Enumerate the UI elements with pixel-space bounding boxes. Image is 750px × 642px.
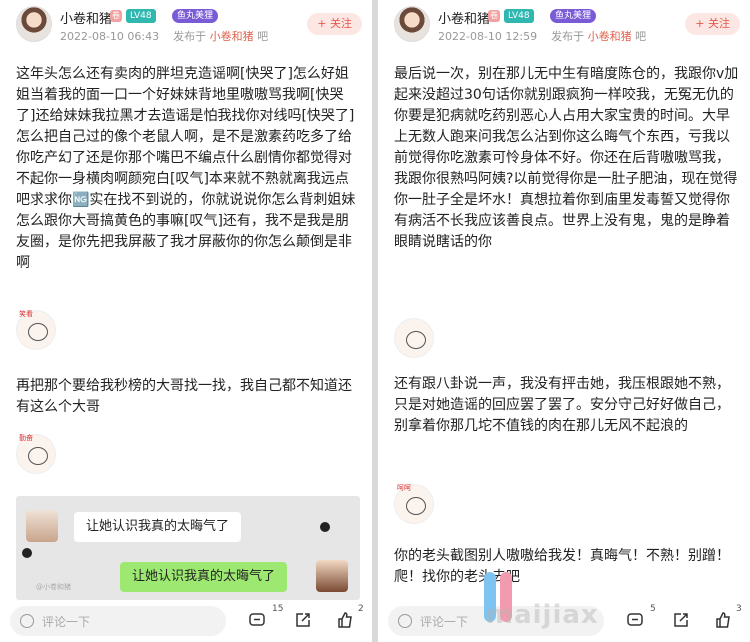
posted-in-suffix: 吧	[635, 30, 647, 43]
chat-dot-icon	[22, 548, 32, 558]
posted-in-suffix: 吧	[257, 30, 269, 43]
username[interactable]: 小卷和猪	[438, 8, 490, 27]
post-meta: 2022-08-10 06:43 发布于 小卷和猪 吧	[60, 28, 268, 44]
post-time: 2022-08-10 12:59	[438, 30, 538, 43]
avatar[interactable]	[394, 6, 430, 42]
chat-bubble-sent: 让她认识我真的太晦气了	[120, 562, 288, 592]
comment-icon[interactable]	[248, 611, 266, 629]
sticker-tag: 勤奋	[19, 434, 33, 442]
chat-bubble-received: 让她认识我真的太晦气了	[74, 512, 242, 542]
post-panel-left: 小卷和猪 卷 LV48 鱼丸美狸 + 关注 2022-08-10 06:43 发…	[0, 0, 372, 642]
avatar[interactable]	[16, 6, 52, 42]
like-icon[interactable]	[336, 611, 354, 629]
comment-count: 5	[650, 604, 656, 614]
smile-icon	[398, 614, 412, 628]
title-badge: 鱼丸美狸	[172, 9, 219, 23]
chat-avatar	[26, 510, 58, 542]
follow-button[interactable]: + 关注	[685, 13, 740, 35]
sticker-face-icon	[28, 323, 48, 341]
sticker-face-icon	[406, 331, 426, 349]
level-badge: LV48	[126, 9, 156, 23]
sticker-image: 笑看	[16, 310, 56, 350]
sticker-face-icon	[406, 497, 426, 515]
badge-icon: 卷	[110, 10, 122, 22]
watermark-text: maijiax	[486, 600, 599, 630]
comment-placeholder: 评论一下	[42, 615, 91, 629]
comment-icon[interactable]	[626, 611, 644, 629]
post-header: 小卷和猪 卷 LV48 鱼丸美狸 + 关注 2022-08-10 06:43 发…	[0, 0, 372, 48]
sticker-image: 呵呵	[394, 484, 434, 524]
chat-dot-icon	[320, 522, 330, 532]
badge-icon: 卷	[488, 10, 500, 22]
share-icon[interactable]	[294, 611, 312, 629]
title-badge: 鱼丸美狸	[550, 9, 597, 23]
share-icon[interactable]	[672, 611, 690, 629]
post-paragraph-1: 这年头怎么还有卖肉的胖坦克造谣啊[快哭了]怎么好姐姐当着我的面一口一个好妹妹背地…	[16, 66, 356, 271]
like-count: 2	[358, 604, 364, 614]
sticker-tag: 呵呵	[397, 484, 411, 492]
follow-button[interactable]: + 关注	[307, 13, 362, 35]
post-paragraph-2: 再把那个要给我秒榜的大哥找一找，我自己都不知道还有这么个大哥	[16, 378, 352, 415]
forum-link[interactable]: 小卷和猪	[588, 30, 632, 43]
posted-in-prefix: 发布于	[551, 30, 585, 43]
post-paragraph-3: 你的老头截图别人嗷嗷给我发！真晦气！不熟！别蹭！爬！找你的老头去吧	[394, 548, 730, 585]
post-paragraph-2: 还有跟八卦说一声，我没有抨击她，我压根跟她不熟，只是对她造谣的回应罢了罢了。安分…	[394, 376, 730, 434]
sticker-face-icon	[28, 447, 48, 465]
post-meta: 2022-08-10 12:59 发布于 小卷和猪 吧	[438, 28, 646, 44]
sticker-image	[394, 318, 434, 358]
smile-icon	[20, 614, 34, 628]
bottom-action-bar: 评论一下 15 2	[0, 600, 372, 642]
comment-input[interactable]: 评论一下	[10, 606, 226, 636]
username[interactable]: 小卷和猪	[60, 8, 112, 27]
post-paragraph-1: 最后说一次，别在那儿无中生有暗度陈仓的，我跟你v加起来没超过30句话你就别跟疯狗…	[394, 66, 739, 250]
post-panel-right: 小卷和猪 卷 LV48 鱼丸美狸 + 关注 2022-08-10 12:59 发…	[378, 0, 750, 642]
post-header: 小卷和猪 卷 LV48 鱼丸美狸 + 关注 2022-08-10 12:59 发…	[378, 0, 750, 48]
like-icon[interactable]	[714, 611, 732, 629]
comment-placeholder: 评论一下	[420, 615, 469, 629]
forum-link[interactable]: 小卷和猪	[210, 30, 254, 43]
chat-avatar	[316, 560, 348, 592]
image-watermark: @小卷和猪	[36, 583, 71, 591]
sticker-tag: 笑看	[19, 310, 33, 318]
post-time: 2022-08-10 06:43	[60, 30, 160, 43]
like-count: 3	[736, 604, 742, 614]
comment-count: 15	[272, 604, 284, 614]
sticker-image: 勤奋	[16, 434, 56, 474]
posted-in-prefix: 发布于	[173, 30, 207, 43]
chat-screenshot[interactable]: 让她认识我真的太晦气了 让她认识我真的太晦气了 @小卷和猪	[16, 496, 360, 600]
level-badge: LV48	[504, 9, 534, 23]
